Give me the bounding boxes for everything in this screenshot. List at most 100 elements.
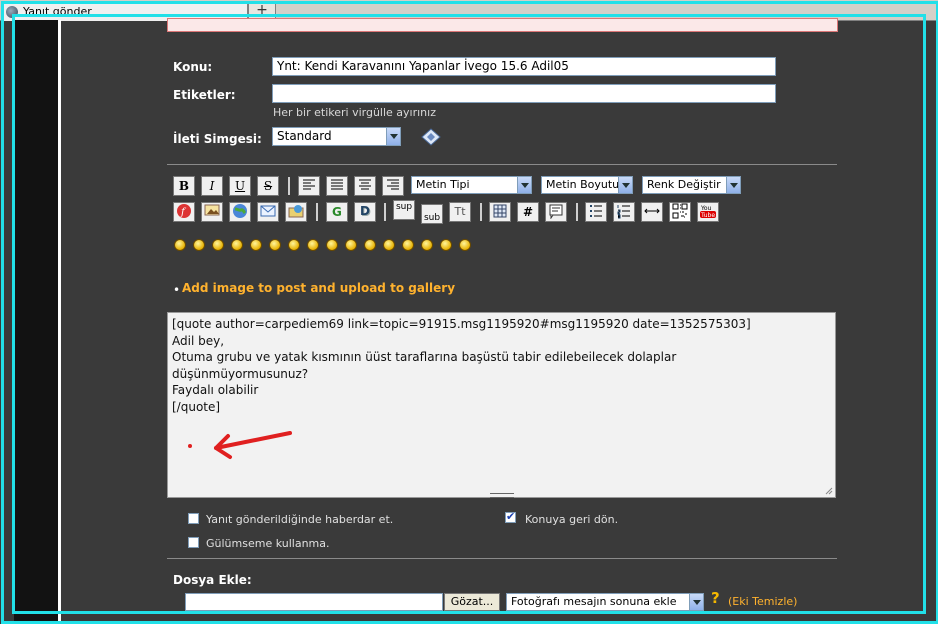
message-textarea[interactable]: [quote author=carpediem69 link=topic=919… xyxy=(167,312,836,498)
teletype-button[interactable]: Tt xyxy=(449,202,471,222)
youtube-icon: YouTube xyxy=(700,205,716,219)
left-divider xyxy=(58,20,61,624)
bold-button[interactable]: B xyxy=(173,176,195,196)
return-to-topic-checkbox[interactable] xyxy=(505,510,516,523)
align-left-button[interactable] xyxy=(298,176,320,196)
notify-checkbox[interactable] xyxy=(188,513,199,524)
font-size-select[interactable]: Metin Boyutu xyxy=(541,176,633,194)
table-icon xyxy=(493,204,507,218)
numbered-list-icon xyxy=(617,205,630,219)
message-icon-label: İleti Simgesi: xyxy=(173,132,262,146)
angry-icon[interactable] xyxy=(250,239,262,251)
image-icon xyxy=(204,204,220,216)
tongue-icon[interactable] xyxy=(364,239,376,251)
sad-icon[interactable] xyxy=(269,239,281,251)
code-button[interactable]: # xyxy=(517,202,539,222)
svg-text:D: D xyxy=(360,204,370,218)
undecided-icon[interactable] xyxy=(421,239,433,251)
toolbar-separator xyxy=(288,177,290,195)
bullet-icon: • xyxy=(173,283,181,297)
bullet-list-icon xyxy=(590,205,602,217)
horizontal-rule-icon xyxy=(644,208,660,214)
align-center-button[interactable] xyxy=(354,176,376,196)
align-justify-icon xyxy=(331,179,343,190)
gallery-link[interactable]: Add image to post and upload to gallery xyxy=(182,281,455,295)
editor-line: düşünmüyormusunuz? xyxy=(172,366,309,381)
color-select-value: Renk Değiştir xyxy=(647,178,721,191)
message-icon-select[interactable]: Standard xyxy=(272,127,401,146)
toolbar-separator xyxy=(316,203,318,221)
editor-line: Otuma grubu ve yatak kısmının üüst taraf… xyxy=(172,350,677,365)
cry-icon[interactable] xyxy=(459,239,471,251)
image-button[interactable] xyxy=(201,202,223,222)
resize-grip-icon[interactable] xyxy=(823,485,833,495)
attach-placement-value: Fotoğrafı mesajın sonuna ekle xyxy=(511,595,677,608)
attach-placement-select[interactable]: Fotoğrafı mesajın sonuna ekle xyxy=(506,593,704,611)
email-button[interactable] xyxy=(257,202,279,222)
numbered-list-button[interactable] xyxy=(613,202,635,222)
subscript-button[interactable]: sub xyxy=(421,204,443,224)
toolbar-separator xyxy=(384,203,386,221)
ftp-button[interactable] xyxy=(285,202,307,222)
underline-button[interactable]: U xyxy=(229,176,251,196)
font-type-select[interactable]: Metin Tipi xyxy=(411,176,532,194)
cheesy-icon[interactable] xyxy=(212,239,224,251)
font-type-select-value: Metin Tipi xyxy=(416,178,470,191)
kiss-icon[interactable] xyxy=(440,239,452,251)
smiley-icon[interactable] xyxy=(174,239,186,251)
attach-label: Dosya Ekle: xyxy=(173,573,252,587)
align-right-icon xyxy=(387,179,399,190)
clear-attachment-link[interactable]: (Eki Temizle) xyxy=(728,595,797,608)
align-justify-button[interactable] xyxy=(326,176,348,196)
help-icon[interactable]: ? xyxy=(711,589,720,607)
no-smiley-checkbox[interactable] xyxy=(188,537,199,548)
tags-hint: Her bir etikeri virgülle ayırınız xyxy=(273,106,436,119)
shadow-button[interactable]: DD xyxy=(354,202,376,222)
flash-button[interactable]: f xyxy=(173,202,195,222)
chevron-down-icon xyxy=(689,594,703,610)
editor-line: Adil bey, xyxy=(172,333,225,348)
shocked-icon[interactable] xyxy=(288,239,300,251)
quote-button[interactable] xyxy=(545,202,567,222)
wink-icon[interactable] xyxy=(193,239,205,251)
divider xyxy=(167,164,837,165)
italic-button[interactable]: I xyxy=(201,176,223,196)
no-smiley-label: Gülümseme kullanma. xyxy=(206,537,330,550)
editor-line: [quote author=carpediem69 link=topic=919… xyxy=(172,317,751,331)
align-center-icon xyxy=(359,179,371,190)
left-sidebar-band xyxy=(14,20,58,624)
chevron-down-icon xyxy=(517,177,531,193)
bullet-list-button[interactable] xyxy=(585,202,607,222)
toolbar-separator xyxy=(576,203,578,221)
glow-button[interactable]: G xyxy=(326,202,348,222)
youtube-button[interactable]: You Tube xyxy=(697,202,719,222)
color-select[interactable]: Renk Değiştir xyxy=(642,176,741,194)
align-right-button[interactable] xyxy=(382,176,404,196)
rolleyes-icon[interactable] xyxy=(345,239,357,251)
table-button[interactable] xyxy=(489,202,511,222)
svg-text:You: You xyxy=(700,205,712,212)
chevron-down-icon xyxy=(386,128,400,145)
attach-file-input[interactable] xyxy=(185,593,443,611)
cool-icon[interactable] xyxy=(307,239,319,251)
divider xyxy=(167,558,837,559)
editor-line: Faydalı olabilir xyxy=(172,383,259,398)
tab-title: Yanıt gönder xyxy=(23,5,92,18)
svg-text:G: G xyxy=(332,205,342,219)
lipsrsealed-icon[interactable] xyxy=(402,239,414,251)
editor-resize-handle[interactable] xyxy=(490,493,514,498)
tags-input[interactable] xyxy=(272,84,776,103)
hyperlink-button[interactable] xyxy=(229,202,251,222)
superscript-button[interactable]: sup xyxy=(393,200,415,220)
grin-icon[interactable] xyxy=(231,239,243,251)
embarrassed-icon[interactable] xyxy=(383,239,395,251)
font-size-select-value: Metin Boyutu xyxy=(546,178,620,191)
subject-input[interactable]: Ynt: Kendi Karavanını Yapanlar İvego 15.… xyxy=(272,57,776,76)
align-left-icon xyxy=(303,179,315,190)
horizontal-rule-button[interactable] xyxy=(641,202,663,222)
chevron-down-icon xyxy=(618,177,632,193)
browse-button[interactable]: Gözat... xyxy=(444,593,500,611)
qrcode-button[interactable] xyxy=(669,202,691,222)
huh-icon[interactable] xyxy=(326,239,338,251)
strikethrough-button[interactable]: S xyxy=(257,176,279,196)
